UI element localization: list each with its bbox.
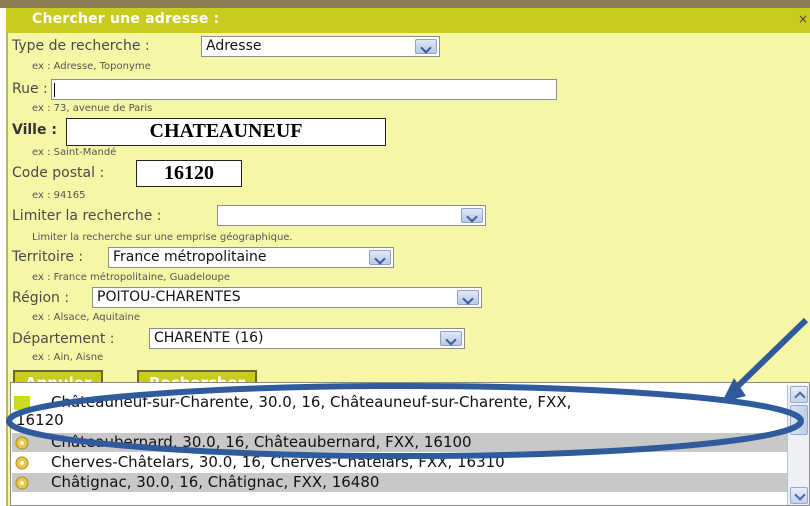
- highlight-ellipse: [6, 383, 804, 459]
- annotation-overlay: [6, 317, 809, 459]
- annotation-arrow-shaft: [735, 317, 809, 389]
